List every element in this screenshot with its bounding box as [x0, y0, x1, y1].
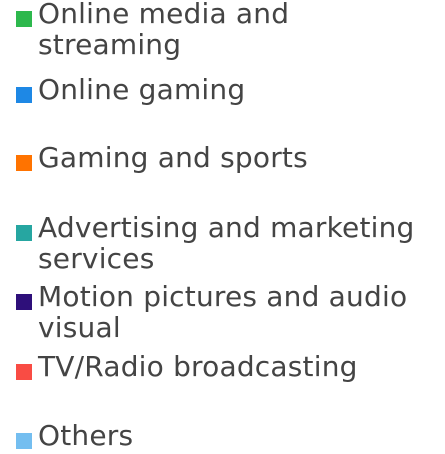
legend-swatch — [16, 11, 32, 27]
legend-label: Advertising and marketing services — [38, 211, 415, 275]
legend-label: Others — [38, 419, 134, 452]
legend-item-others: Others — [16, 420, 441, 451]
legend-item-advertising: Advertising and marketing services — [16, 212, 441, 274]
legend-label: Online gaming — [38, 73, 246, 106]
legend-swatch — [16, 87, 32, 103]
legend-swatch — [16, 155, 32, 171]
legend-label: Online media and streaming — [38, 0, 290, 61]
legend-swatch — [16, 433, 32, 449]
legend-swatch — [16, 294, 32, 310]
legend-swatch — [16, 364, 32, 380]
legend-label: TV/Radio broadcasting — [38, 350, 358, 383]
legend-label: Gaming and sports — [38, 141, 308, 174]
legend-item-gaming-sports: Gaming and sports — [16, 142, 441, 173]
legend-item-online-media: Online media and streaming — [16, 0, 441, 60]
legend-item-motion-pictures: Motion pictures and audio visual — [16, 281, 441, 343]
legend-item-online-gaming: Online gaming — [16, 74, 441, 105]
legend-item-tv-radio: TV/Radio broadcasting — [16, 351, 441, 382]
chart-legend: Online media and streaming Online gaming… — [0, 0, 445, 454]
legend-swatch — [16, 225, 32, 241]
legend-label: Motion pictures and audio visual — [38, 280, 408, 344]
